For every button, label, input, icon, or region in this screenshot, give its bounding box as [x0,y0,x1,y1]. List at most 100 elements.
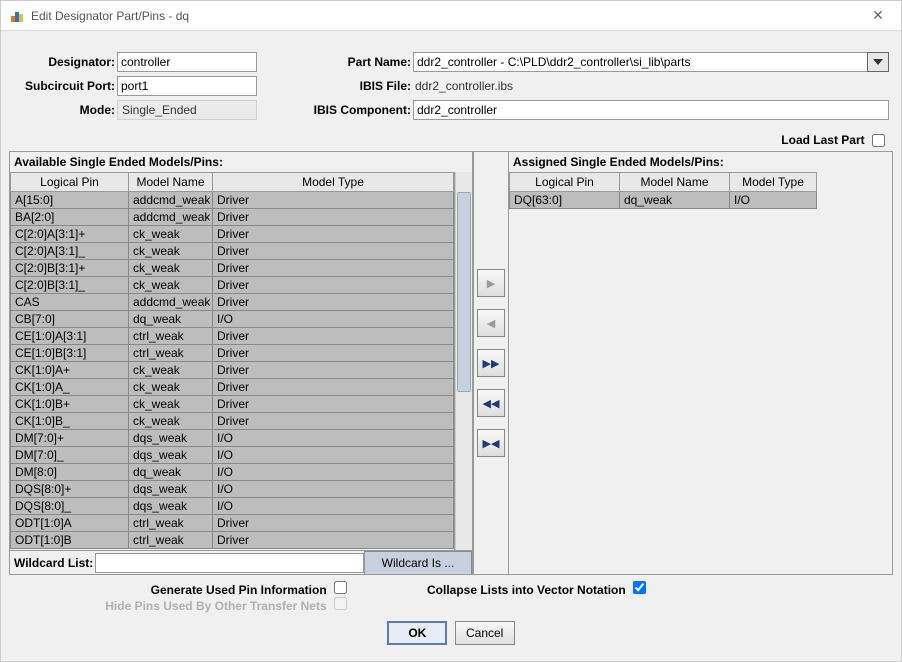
table-cell: Driver [213,413,454,430]
table-cell: Driver [213,260,454,277]
ok-button[interactable]: OK [387,621,447,645]
col-logical-pin[interactable]: Logical Pin [510,173,620,192]
table-cell: DM[8:0] [11,464,129,481]
bottom-options: Generate Used Pin Information Hide Pins … [9,575,893,615]
part-name-dropdown-button[interactable] [867,52,889,72]
load-last-checkbox[interactable] [872,134,885,147]
table-cell: dq_weak [129,311,213,328]
table-row[interactable]: DQS[8:0]+dqs_weakI/O [11,481,454,498]
cancel-button[interactable]: Cancel [455,621,515,645]
table-row[interactable]: C[2:0]B[3:1]+ck_weakDriver [11,260,454,277]
table-row[interactable]: CK[1:0]B+ck_weakDriver [11,396,454,413]
hide-pins-checkbox [334,597,347,610]
close-icon[interactable]: ✕ [863,7,893,24]
table-row[interactable]: CE[1:0]A[3:1]ctrl_weakDriver [11,328,454,345]
table-row[interactable]: CK[1:0]B_ck_weakDriver [11,413,454,430]
move-right-button[interactable]: ▶ [477,269,505,297]
table-cell: I/O [213,464,454,481]
table-cell: Driver [213,396,454,413]
available-scrollbar[interactable] [455,172,472,550]
table-cell: Driver [213,294,454,311]
hide-pins-label: Hide Pins Used By Other Transfer Nets [105,599,326,613]
ibis-file-value: ddr2_controller.ibs [413,76,513,96]
table-cell: addcmd_weak [129,209,213,226]
part-name-combo[interactable] [413,52,889,72]
subcircuit-port-label: Subcircuit Port: [13,79,115,93]
col-model-type[interactable]: Model Type [730,173,817,192]
load-last-label: Load Last Part [781,133,864,147]
swap-button[interactable]: ▶◀ [477,429,505,457]
table-row[interactable]: DQ[63:0]dq_weakI/O [510,192,817,209]
table-cell: CE[1:0]A[3:1] [11,328,129,345]
gen-used-checkbox[interactable] [334,581,347,594]
table-row[interactable]: C[2:0]A[3:1]_ck_weakDriver [11,243,454,260]
subcircuit-port-input[interactable] [117,76,257,96]
table-cell: dq_weak [129,464,213,481]
table-cell: Driver [213,192,454,209]
table-row[interactable]: ODT[1:0]Actrl_weakDriver [11,515,454,532]
available-table[interactable]: Logical Pin Model Name Model Type A[15:0… [10,172,454,549]
table-cell: CAS [11,294,129,311]
part-name-input[interactable] [413,52,867,72]
move-all-right-button[interactable]: ▶▶ [477,349,505,377]
table-cell: addcmd_weak [129,192,213,209]
ibis-component-input[interactable] [413,100,889,120]
table-cell: Driver [213,532,454,549]
table-row[interactable]: CASaddcmd_weakDriver [11,294,454,311]
table-row[interactable]: CK[1:0]A+ck_weakDriver [11,362,454,379]
triangle-left-icon: ◀ [487,317,495,330]
table-row[interactable]: ODT[1:0]Bctrl_weakDriver [11,532,454,549]
designator-input[interactable] [117,52,257,72]
table-row[interactable]: DM[7:0]_dqs_weakI/O [11,447,454,464]
table-cell: ck_weak [129,413,213,430]
chevron-down-icon [873,59,883,65]
collapse-vec-label: Collapse Lists into Vector Notation [427,583,626,597]
assigned-table[interactable]: Logical Pin Model Name Model Type DQ[63:… [509,172,817,209]
window-title: Edit Designator Part/Pins - dq [31,9,863,23]
ibis-file-label: IBIS File: [313,79,411,93]
double-arrow-left-icon: ◀◀ [483,397,500,410]
col-model-type[interactable]: Model Type [213,173,454,192]
table-cell: Driver [213,209,454,226]
table-row[interactable]: A[15:0]addcmd_weakDriver [11,192,454,209]
table-cell: dq_weak [620,192,730,209]
col-logical-pin[interactable]: Logical Pin [11,173,129,192]
table-cell: CK[1:0]A_ [11,379,129,396]
wildcard-button[interactable]: Wildcard Is ... [364,551,472,575]
move-left-button[interactable]: ◀ [477,309,505,337]
table-cell: dqs_weak [129,447,213,464]
table-row[interactable]: DM[7:0]+dqs_weakI/O [11,430,454,447]
table-cell: ck_weak [129,396,213,413]
table-row[interactable]: BA[2:0]addcmd_weakDriver [11,209,454,226]
table-row[interactable]: CE[1:0]B[3:1]ctrl_weakDriver [11,345,454,362]
table-cell: C[2:0]A[3:1]+ [11,226,129,243]
table-cell: Driver [213,277,454,294]
table-cell: Driver [213,515,454,532]
col-model-name[interactable]: Model Name [129,173,213,192]
wildcard-input[interactable] [95,553,364,573]
move-all-left-button[interactable]: ◀◀ [477,389,505,417]
table-cell: ODT[1:0]B [11,532,129,549]
table-cell: ck_weak [129,362,213,379]
table-cell: I/O [730,192,817,209]
mode-label: Mode: [13,103,115,117]
table-cell: ctrl_weak [129,515,213,532]
table-cell: DQS[8:0]+ [11,481,129,498]
table-row[interactable]: CB[7:0]dq_weakI/O [11,311,454,328]
table-cell: C[2:0]A[3:1]_ [11,243,129,260]
table-row[interactable]: C[2:0]A[3:1]+ck_weakDriver [11,226,454,243]
table-cell: ck_weak [129,243,213,260]
available-pane: Available Single Ended Models/Pins: Logi… [10,152,473,574]
table-row[interactable]: DQS[8:0]_dqs_weakI/O [11,498,454,515]
wildcard-row: Wildcard List: Wildcard Is ... [10,550,472,574]
table-cell: ck_weak [129,277,213,294]
table-cell: CK[1:0]A+ [11,362,129,379]
table-row[interactable]: C[2:0]B[3:1]_ck_weakDriver [11,277,454,294]
table-row[interactable]: DM[8:0]dq_weakI/O [11,464,454,481]
table-row[interactable]: CK[1:0]A_ck_weakDriver [11,379,454,396]
collapse-vec-checkbox[interactable] [633,581,646,594]
scrollbar-thumb[interactable] [457,192,471,392]
col-model-name[interactable]: Model Name [620,173,730,192]
table-cell: DM[7:0]+ [11,430,129,447]
gen-used-label: Generate Used Pin Information [151,583,327,597]
